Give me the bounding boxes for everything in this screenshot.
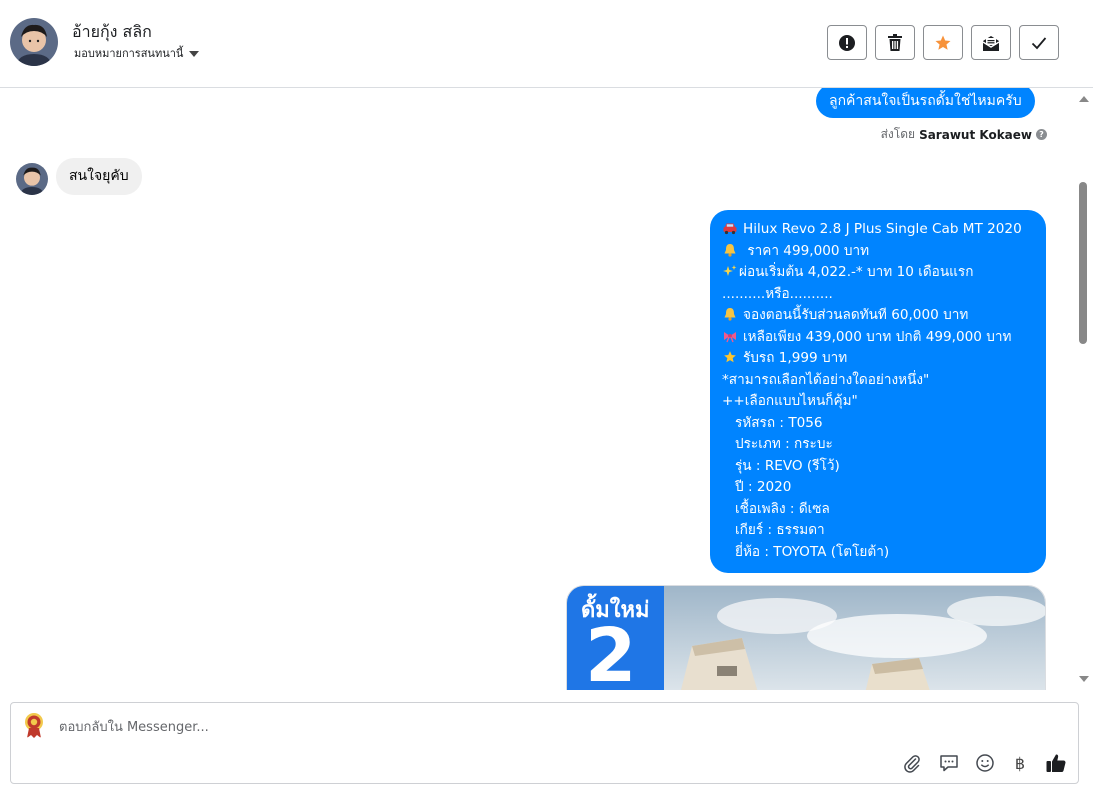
listing-line: Hilux Revo 2.8 J Plus Single Cab MT 2020 bbox=[722, 219, 1034, 241]
thread-scrollbar[interactable] bbox=[1075, 88, 1093, 690]
star-icon bbox=[724, 351, 736, 363]
mark-unread-button[interactable] bbox=[971, 25, 1011, 60]
listing-line: ปี : 2020 bbox=[735, 479, 792, 495]
mark-done-button[interactable] bbox=[1019, 25, 1059, 60]
listing-line: ประเภท : กระบะ bbox=[735, 436, 833, 452]
mark-spam-button[interactable] bbox=[827, 25, 867, 60]
car-listing-message[interactable]: Hilux Revo 2.8 J Plus Single Cab MT 2020… bbox=[710, 210, 1046, 573]
listing-line: ผ่อนเริ่มต้น 4,022.-* บาท 10 เดือนแรก bbox=[722, 262, 1034, 284]
star-icon bbox=[935, 35, 951, 50]
banner-number: 2 bbox=[585, 613, 637, 690]
thumbs-up-icon bbox=[1046, 754, 1066, 772]
contact-avatar[interactable] bbox=[10, 18, 58, 66]
message-thread[interactable]: ลูกค้าสนใจเป็นรถดั้มใช่ไหมครับ ส่งโดย Sa… bbox=[0, 88, 1075, 690]
sent-by-label: ส่งโดย Sarawut Kokaew ? bbox=[881, 125, 1047, 144]
alert-icon bbox=[839, 34, 855, 51]
help-icon[interactable]: ? bbox=[1036, 129, 1047, 140]
ribbon-icon bbox=[724, 331, 736, 342]
listing-line: เชื้อเพลิง : ดีเซล bbox=[735, 500, 830, 517]
envelope-open-icon bbox=[982, 35, 1000, 51]
listing-line: เหลือเพียง 439,000 บาท ปกติ 499,000 บาท bbox=[722, 327, 1034, 349]
listing-text: จองตอนนี้รับส่วนลดทันที 60,000 บาท bbox=[743, 307, 969, 323]
conversation-header: อ้ายกุ้ง สลิก มอบหมายการสนทนานี้ bbox=[0, 0, 1093, 88]
sparkles-icon bbox=[723, 265, 737, 276]
assign-conversation-dropdown[interactable]: มอบหมายการสนทนานี้ bbox=[74, 44, 200, 62]
page-avatar bbox=[20, 711, 48, 739]
listing-text: รับรถ 1,999 บาท bbox=[743, 350, 848, 366]
smiley-icon bbox=[976, 754, 994, 772]
outgoing-message[interactable]: ลูกค้าสนใจเป็นรถดั้มใช่ไหมครับ bbox=[816, 88, 1035, 118]
sender-name: Sarawut Kokaew bbox=[919, 127, 1032, 142]
listing-line: *สามารถเลือกได้อย่างใดอย่างหนึ่ง" bbox=[722, 371, 930, 388]
listing-line: รหัสรถ : T056 bbox=[735, 414, 823, 431]
bell-icon bbox=[724, 243, 736, 257]
listing-line: ..........หรือ.......... bbox=[722, 285, 833, 302]
listing-line: รับรถ 1,999 บาท bbox=[722, 348, 1034, 370]
attach-button[interactable] bbox=[900, 751, 924, 775]
payment-button[interactable]: ฿ bbox=[1008, 751, 1032, 775]
truck-image-attachment[interactable]: ดั้มใหม่ 2 bbox=[566, 585, 1046, 690]
contact-name: อ้ายกุ้ง สลิก bbox=[72, 22, 152, 41]
reply-input[interactable] bbox=[59, 715, 959, 739]
incoming-message[interactable]: สนใจยุคับ bbox=[56, 158, 142, 195]
star-button[interactable] bbox=[923, 25, 963, 60]
scrollbar-thumb[interactable] bbox=[1079, 182, 1087, 344]
checkmark-icon bbox=[1031, 36, 1047, 49]
listing-line: รุ่น : REVO (รีโว้) bbox=[735, 457, 840, 474]
car-icon bbox=[723, 223, 737, 235]
listing-line: ยี่ห้อ : TOYOTA (โตโยต้า) bbox=[735, 543, 890, 560]
delete-button[interactable] bbox=[875, 25, 915, 60]
reply-composer: ฿ bbox=[10, 702, 1079, 784]
like-button[interactable] bbox=[1044, 751, 1068, 775]
scroll-down-arrow-icon[interactable] bbox=[1079, 676, 1089, 682]
listing-line: ราคา 499,000 บาท bbox=[722, 241, 1034, 263]
saved-replies-button[interactable] bbox=[937, 751, 961, 775]
listing-text: ผ่อนเริ่มต้น 4,022.-* บาท 10 เดือนแรก bbox=[739, 264, 974, 280]
sent-by-prefix: ส่งโดย bbox=[880, 127, 916, 141]
chevron-down-icon bbox=[189, 50, 200, 57]
listing-text: Hilux Revo 2.8 J Plus Single Cab MT 2020 bbox=[743, 221, 1022, 237]
listing-text: ราคา 499,000 บาท bbox=[743, 242, 870, 259]
assign-label: มอบหมายการสนทนานี้ bbox=[74, 47, 184, 60]
trash-icon bbox=[888, 34, 902, 51]
paperclip-icon bbox=[904, 755, 920, 773]
listing-line: ++เลือกแบบไหนก็คุ้ม" bbox=[722, 393, 858, 409]
listing-text: เหลือเพียง 439,000 บาท ปกติ 499,000 บาท bbox=[743, 328, 1012, 345]
listing-line: จองตอนนี้รับส่วนลดทันที 60,000 บาท bbox=[722, 305, 1034, 327]
scroll-up-arrow-icon[interactable] bbox=[1079, 96, 1089, 102]
baht-icon: ฿ bbox=[1014, 753, 1026, 773]
chat-bubble-icon bbox=[940, 755, 958, 772]
bell-icon bbox=[724, 308, 736, 321]
listing-line: เกียร์ : ธรรมดา bbox=[735, 522, 825, 538]
contact-avatar-small[interactable] bbox=[16, 163, 48, 195]
emoji-button[interactable] bbox=[973, 751, 997, 775]
